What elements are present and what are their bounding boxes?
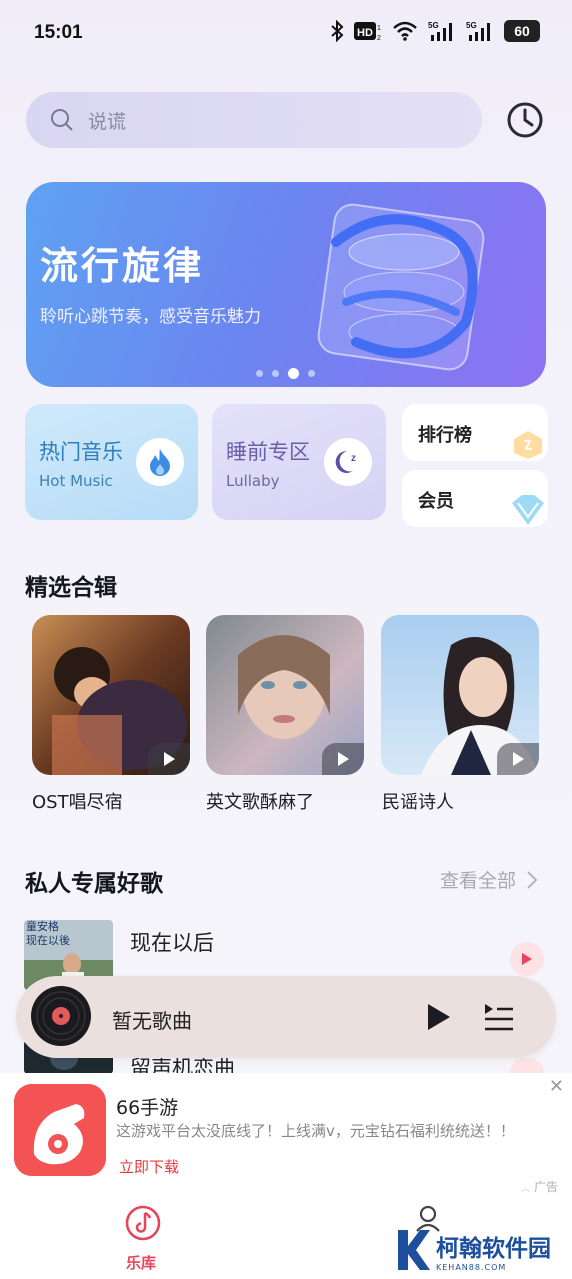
category-subtitle: Hot Music xyxy=(39,472,113,490)
song-play-button[interactable] xyxy=(510,1058,544,1073)
album-card[interactable] xyxy=(381,615,539,775)
svg-text:5G: 5G xyxy=(428,21,439,30)
mini-player[interactable] xyxy=(16,976,556,1058)
ad-description: 这游戏平台太没底线了！上线满v，元宝钻石福利统统送！！ xyxy=(116,1122,515,1140)
carousel-dot-active xyxy=(288,368,299,379)
carousel-dot xyxy=(308,370,315,377)
music-library-icon[interactable] xyxy=(124,1204,162,1242)
song-play-button[interactable] xyxy=(510,942,544,976)
chevron-right-icon xyxy=(527,870,538,889)
ranking-icon xyxy=(514,431,542,459)
svg-text:1: 1 xyxy=(377,25,381,32)
search-icon xyxy=(51,109,73,131)
svg-text:z: z xyxy=(351,453,356,464)
shortcut-label: 排行榜 xyxy=(418,425,472,446)
wifi-icon xyxy=(393,21,417,41)
search-placeholder: 说谎 xyxy=(88,110,127,133)
carousel-dot xyxy=(256,370,263,377)
shortcut-vip[interactable]: 会员 xyxy=(402,470,548,527)
carousel-dot xyxy=(272,370,279,377)
ad-label: ︿ 广告 xyxy=(521,1178,558,1195)
history-clock-icon[interactable] xyxy=(505,100,545,140)
status-time: 15:01 xyxy=(34,22,83,43)
personal-section-title: 私人专属好歌 xyxy=(25,871,163,897)
signal-5g-icon-1: 5G xyxy=(428,21,452,41)
ad-download-link[interactable]: 立即下载 xyxy=(119,1156,179,1177)
search-bar[interactable]: 说谎 xyxy=(26,92,482,148)
banner-subtitle: 聆听心跳节奏，感受音乐魅力 xyxy=(40,307,261,327)
featured-section-title: 精选合辑 xyxy=(25,575,117,601)
album-name: 民谣诗人 xyxy=(382,792,454,813)
svg-text:2: 2 xyxy=(377,35,381,42)
carousel-dots xyxy=(256,368,315,379)
watermark-name: 柯翰软件园 xyxy=(436,1235,551,1262)
vinyl-disc-icon xyxy=(31,986,91,1046)
ad-label-text: 广告 xyxy=(533,1180,558,1194)
category-title: 睡前专区 xyxy=(226,440,310,464)
diamond-icon xyxy=(512,495,544,525)
ad-label-chevron-icon: ︿ xyxy=(521,1184,531,1194)
watermark-domain: KEHAN88.COM xyxy=(436,1262,507,1272)
svg-text:HD: HD xyxy=(357,27,373,39)
album-name: 英文歌酥麻了 xyxy=(206,792,314,813)
category-title: 热门音乐 xyxy=(39,440,123,464)
signal-5g-icon-2: 5G xyxy=(466,21,490,41)
play-icon[interactable] xyxy=(322,743,364,775)
flame-icon xyxy=(136,438,184,486)
ad-title: 66手游 xyxy=(116,1097,179,1119)
svg-text:5G: 5G xyxy=(466,21,477,30)
song-cover-text: 童安格 现在以後 xyxy=(26,920,70,947)
watermark: 柯翰软件园 KEHAN88.COM xyxy=(392,1226,551,1274)
category-lullaby[interactable]: 睡前专区 Lullaby z xyxy=(212,404,386,520)
moon-icon: z xyxy=(324,438,372,486)
shortcut-label: 会员 xyxy=(418,491,454,512)
battery-indicator: 60 xyxy=(504,20,540,42)
shortcut-ranking[interactable]: 排行榜 xyxy=(402,404,548,461)
see-all-link[interactable]: 查看全部 xyxy=(440,866,538,893)
ad-app-icon[interactable] xyxy=(14,1084,106,1176)
category-subtitle: Lullaby xyxy=(226,472,280,490)
bluetooth-icon xyxy=(331,20,344,42)
play-icon[interactable] xyxy=(148,743,190,775)
banner-title: 流行旋律 xyxy=(40,244,205,288)
album-card[interactable] xyxy=(206,615,364,775)
nav-library-label[interactable]: 乐库 xyxy=(126,1252,156,1273)
play-icon[interactable] xyxy=(497,743,539,775)
playlist-icon[interactable] xyxy=(483,1002,515,1032)
close-icon[interactable]: ✕ xyxy=(549,1076,564,1097)
play-icon xyxy=(522,953,532,965)
status-icons: HD 1 2 5G 5G 60 xyxy=(330,20,540,42)
album-name: OST唱尽宿 xyxy=(32,792,123,813)
album-card[interactable] xyxy=(32,615,190,775)
hd-icon: HD 1 2 xyxy=(354,22,381,42)
play-icon[interactable] xyxy=(426,1002,452,1032)
now-playing-text: 暂无歌曲 xyxy=(112,1009,192,1033)
watermark-logo-icon xyxy=(398,1230,430,1270)
see-all-label: 查看全部 xyxy=(439,870,516,892)
song-title: 现在以后 xyxy=(130,931,214,955)
category-hot-music[interactable]: 热门音乐 Hot Music xyxy=(25,404,198,520)
